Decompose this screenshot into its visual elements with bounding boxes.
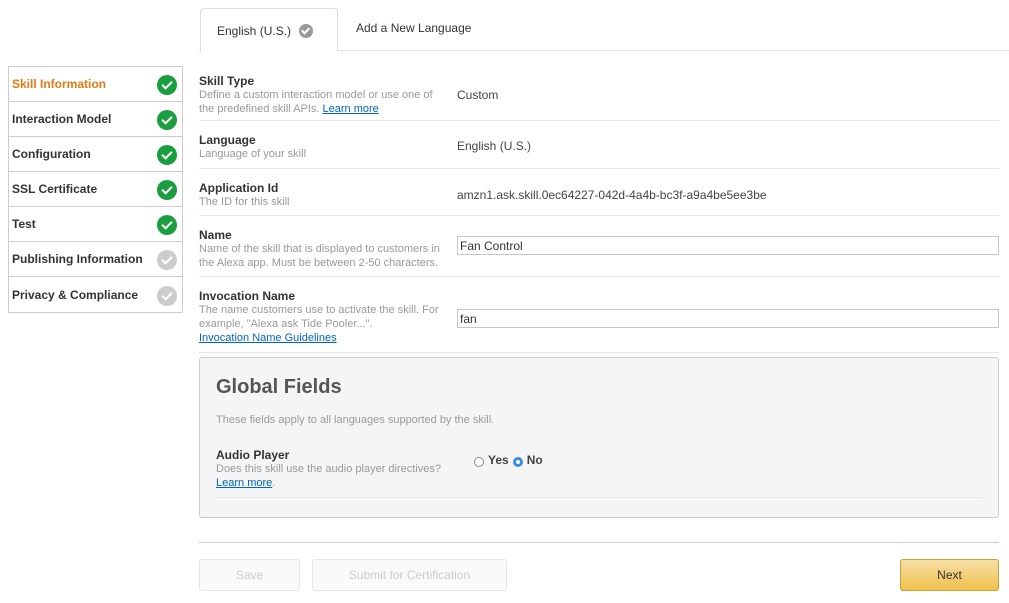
- learn-more-link[interactable]: Learn more: [323, 103, 379, 115]
- tab-add-language[interactable]: Add a New Language: [356, 6, 471, 49]
- footer-divider: [199, 542, 999, 543]
- sidebar-item-skill-information[interactable]: Skill Information: [9, 67, 182, 102]
- skill-information-form: Skill Type Define a custom interaction m…: [199, 68, 999, 353]
- sidebar-item-ssl-certificate[interactable]: SSL Certificate: [9, 172, 182, 207]
- application-id-value: amzn1.ask.skill.0ec64227-042d-4a4b-bc3f-…: [457, 188, 767, 202]
- audio-player-no-label[interactable]: No: [527, 453, 543, 467]
- audio-player-row: Audio Player Does this skill use the aud…: [216, 448, 982, 498]
- name-desc: Name of the skill that is displayed to c…: [199, 243, 440, 269]
- audio-player-label: Audio Player: [216, 448, 290, 462]
- name-input[interactable]: [457, 236, 999, 255]
- sidebar-item-interaction-model[interactable]: Interaction Model: [9, 102, 182, 137]
- audio-player-desc: Does this skill use the audio player dir…: [216, 463, 442, 475]
- check-circle-icon: [157, 145, 177, 165]
- save-button[interactable]: Save: [199, 559, 300, 591]
- tab-english-us[interactable]: English (U.S.): [200, 8, 338, 52]
- check-circle-pending-icon: [157, 285, 177, 306]
- sidebar-item-label: Skill Information: [12, 77, 107, 91]
- name-row: Name Name of the skill that is displayed…: [199, 216, 999, 277]
- skill-type-desc: Define a custom interaction model or use…: [199, 88, 447, 116]
- check-circle-pending-icon: [157, 250, 177, 270]
- invocation-name-row: Invocation Name The name customers use t…: [199, 277, 999, 353]
- tab-label: Add a New Language: [356, 20, 472, 35]
- sidebar-item-label: Test: [12, 217, 36, 231]
- audio-player-yes-radio[interactable]: [474, 457, 484, 467]
- sidebar-item-configuration[interactable]: Configuration: [9, 137, 182, 172]
- invocation-name-input[interactable]: [457, 309, 999, 328]
- check-circle-icon: [157, 215, 177, 235]
- sidebar-item-test[interactable]: Test: [9, 207, 182, 242]
- global-fields-title: Global Fields: [216, 376, 342, 398]
- audio-player-yes-label[interactable]: Yes: [488, 453, 509, 467]
- skill-type-row: Skill Type Define a custom interaction m…: [199, 68, 999, 121]
- sidebar-nav: Skill Information Interaction Model Conf…: [8, 66, 183, 313]
- check-circle-icon: [157, 75, 177, 95]
- invocation-name-desc: The name customers use to activate the s…: [199, 304, 439, 330]
- check-circle-icon: [299, 24, 314, 38]
- sidebar-item-label: Publishing Information: [12, 252, 143, 266]
- invocation-name-guidelines-link[interactable]: Invocation Name Guidelines: [199, 332, 337, 344]
- link-suffix: .: [272, 477, 276, 489]
- sidebar-item-label: SSL Certificate: [12, 182, 98, 196]
- global-fields-panel: Global Fields These fields apply to all …: [199, 357, 999, 518]
- language-desc: Language of your skill: [199, 148, 307, 160]
- name-label: Name: [199, 228, 232, 242]
- submit-for-certification-button[interactable]: Submit for Certification: [312, 559, 507, 591]
- audio-player-no-radio[interactable]: [512, 457, 523, 467]
- sidebar-item-publishing-information[interactable]: Publishing Information: [9, 242, 182, 277]
- sidebar-item-label: Interaction Model: [12, 112, 112, 126]
- skill-type-desc-text: Define a custom interaction model or use…: [199, 89, 433, 115]
- language-label: Language: [199, 133, 256, 147]
- sidebar-item-privacy-compliance[interactable]: Privacy & Compliance: [9, 277, 182, 312]
- audio-player-learn-more-link[interactable]: Learn more: [216, 477, 272, 489]
- application-id-label: Application Id: [199, 181, 279, 195]
- language-row: Language Language of your skill English …: [199, 121, 999, 169]
- application-id-desc: The ID for this skill: [199, 196, 290, 208]
- invocation-name-label: Invocation Name: [199, 289, 296, 303]
- check-circle-icon: [157, 110, 177, 130]
- application-id-row: Application Id The ID for this skill amz…: [199, 169, 999, 216]
- global-fields-desc: These fields apply to all languages supp…: [216, 414, 495, 426]
- next-button[interactable]: Next: [900, 559, 999, 591]
- check-circle-icon: [157, 180, 177, 200]
- sidebar-item-label: Privacy & Compliance: [12, 287, 139, 302]
- skill-type-value: Custom: [457, 88, 499, 102]
- skill-type-label: Skill Type: [199, 74, 255, 88]
- language-tabs: English (U.S.) Add a New Language: [199, 6, 1009, 52]
- tab-label: English (U.S.): [217, 24, 292, 38]
- language-value: English (U.S.): [457, 139, 532, 153]
- sidebar-item-label: Configuration: [12, 147, 91, 161]
